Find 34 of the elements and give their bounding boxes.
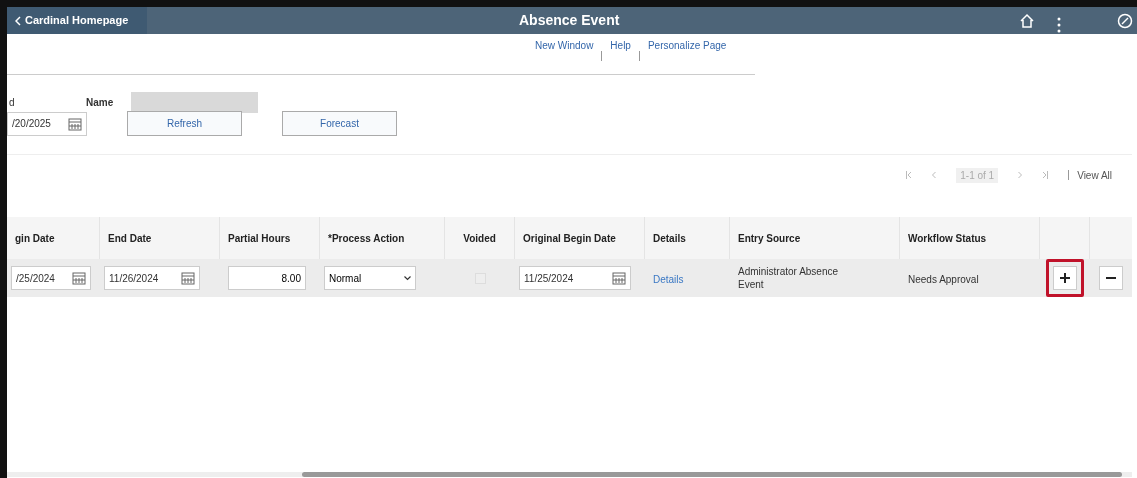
workflow-status: Needs Approval bbox=[908, 274, 979, 285]
date-field[interactable]: /20/2025 bbox=[7, 111, 87, 136]
date-field[interactable]: /25/2024 bbox=[11, 266, 91, 290]
page-title: Absence Event bbox=[519, 11, 620, 30]
action-button[interactable]: Forecast bbox=[282, 111, 397, 136]
first-page-icon[interactable] bbox=[906, 171, 913, 179]
entry-source: Administrator Absence Event bbox=[738, 265, 840, 291]
more-icon[interactable] bbox=[1057, 17, 1061, 33]
header-link[interactable]: New Window bbox=[535, 38, 594, 74]
calendar-icon[interactable] bbox=[72, 271, 86, 285]
id-label: d bbox=[9, 95, 16, 110]
plus-icon bbox=[1060, 273, 1070, 283]
header-link[interactable]: Help bbox=[610, 38, 631, 74]
view-all-link[interactable]: View All bbox=[1077, 167, 1112, 183]
header-link[interactable]: Personalize Page bbox=[647, 38, 727, 74]
process-action-select[interactable]: Normal bbox=[324, 266, 416, 290]
last-page-icon[interactable] bbox=[1042, 171, 1049, 179]
name-label: Name bbox=[86, 95, 115, 110]
calendar-icon[interactable] bbox=[612, 271, 626, 285]
chevron-down-icon bbox=[404, 275, 411, 281]
chevron-left-icon bbox=[15, 15, 21, 26]
details-link[interactable]: Details bbox=[653, 274, 684, 285]
hours-field[interactable]: 8.00 bbox=[228, 266, 306, 290]
horizontal-scrollbar[interactable] bbox=[7, 472, 1132, 477]
add-row-button[interactable] bbox=[1053, 266, 1077, 290]
calendar-icon[interactable] bbox=[181, 271, 195, 285]
date-field[interactable]: 11/25/2024 bbox=[519, 266, 631, 290]
scrollbar-thumb[interactable] bbox=[302, 472, 1122, 477]
action-button[interactable]: Refresh bbox=[127, 111, 242, 136]
back-button[interactable]: Cardinal Homepage bbox=[7, 7, 147, 34]
delete-row-button[interactable] bbox=[1099, 266, 1123, 290]
date-field[interactable]: 11/26/2024 bbox=[104, 266, 200, 290]
home-icon[interactable] bbox=[1019, 12, 1035, 29]
calendar-icon[interactable] bbox=[68, 116, 82, 131]
